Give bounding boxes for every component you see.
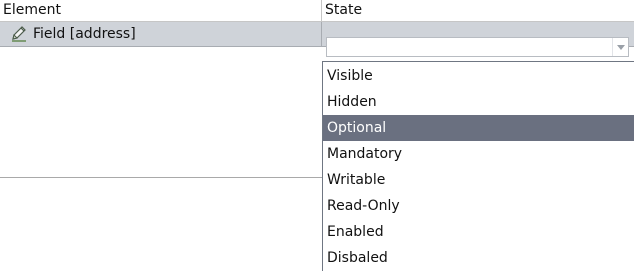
chevron-down-icon[interactable] <box>612 38 628 56</box>
dropdown-option-disbaled[interactable]: Disbaled <box>323 245 634 271</box>
dropdown-option-writable[interactable]: Writable <box>323 167 634 193</box>
element-cell[interactable]: Field [address] <box>0 22 322 46</box>
dropdown-option-hidden[interactable]: Hidden <box>323 89 634 115</box>
state-combobox[interactable] <box>326 37 629 57</box>
state-dropdown-list: Visible Hidden Optional Mandatory Writab… <box>322 61 634 271</box>
column-header-state[interactable]: State <box>322 0 634 21</box>
dropdown-option-enabled[interactable]: Enabled <box>323 219 634 245</box>
column-header-element[interactable]: Element <box>0 0 322 21</box>
dropdown-option-optional[interactable]: Optional <box>323 115 634 141</box>
pencil-icon <box>12 26 26 42</box>
element-label: Field [address] <box>33 26 136 42</box>
dropdown-option-mandatory[interactable]: Mandatory <box>323 141 634 167</box>
table-header: Element State <box>0 0 634 22</box>
dropdown-option-visible[interactable]: Visible <box>323 63 634 89</box>
dropdown-option-read-only[interactable]: Read-Only <box>323 193 634 219</box>
